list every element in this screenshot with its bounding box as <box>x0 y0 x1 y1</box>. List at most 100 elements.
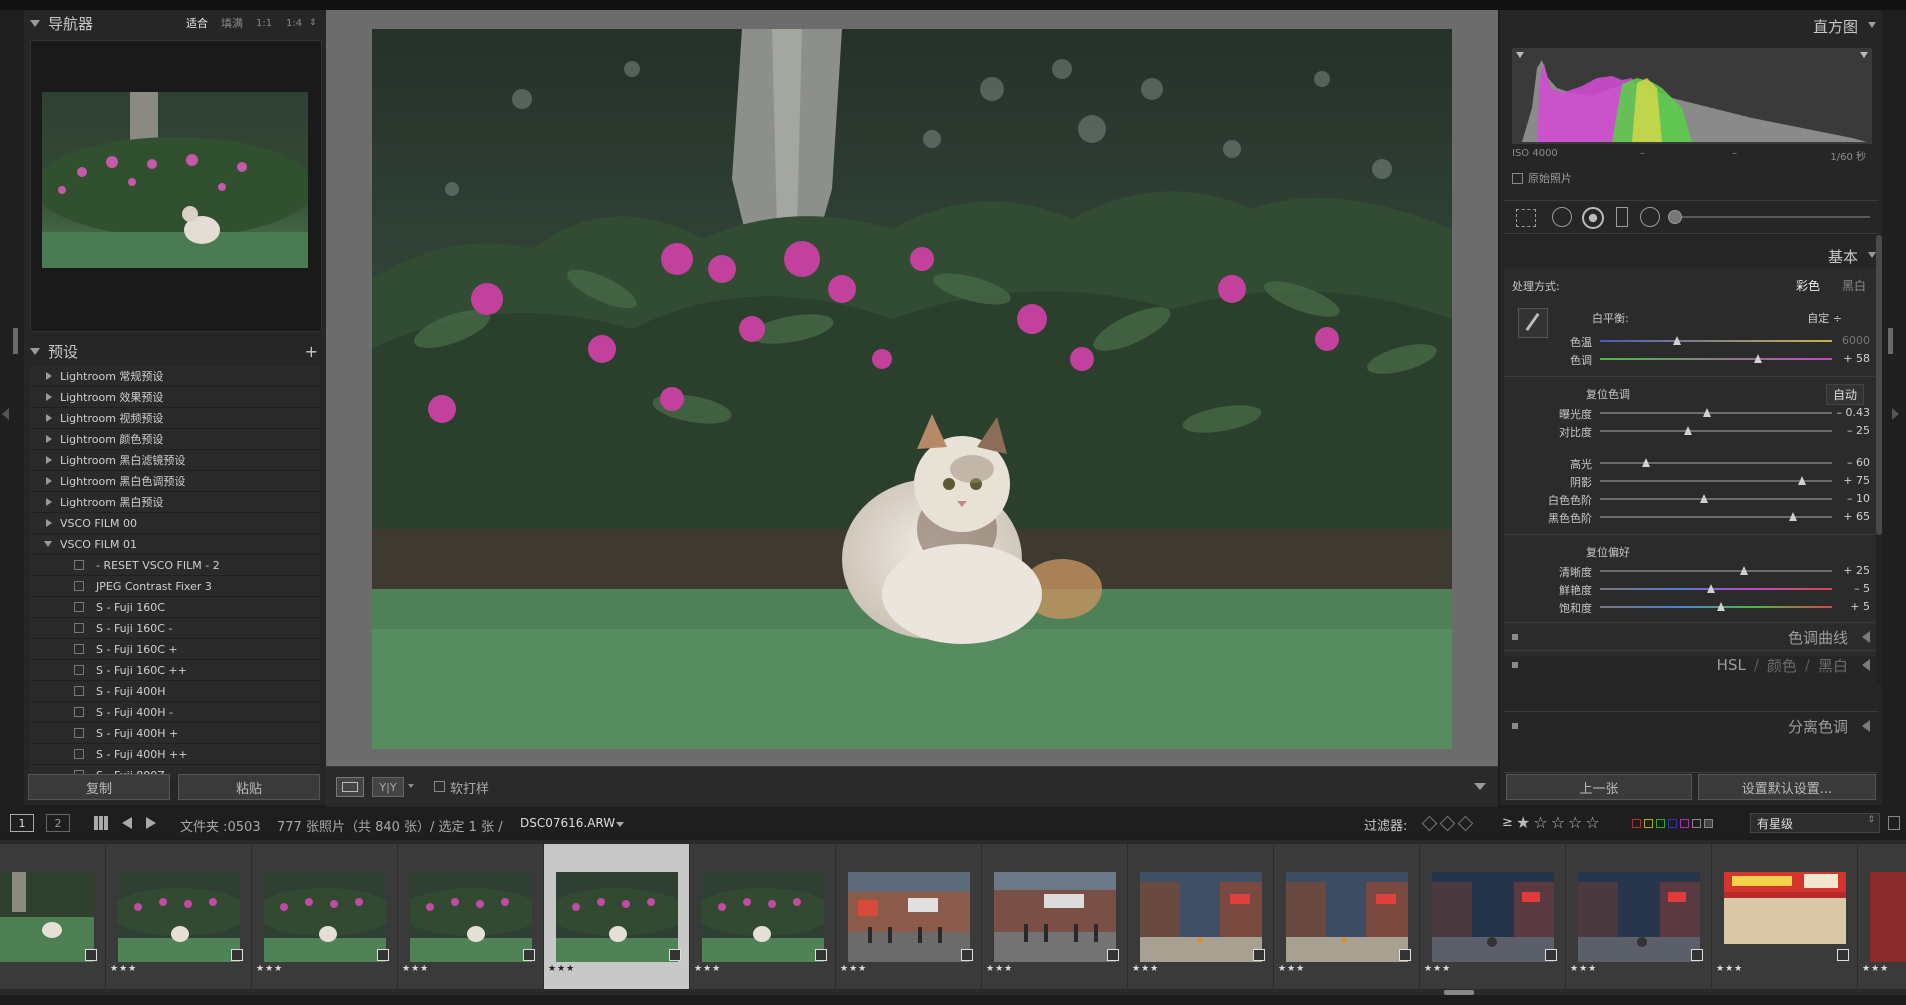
slider-thumb[interactable] <box>1716 602 1725 611</box>
blacks-slider[interactable]: 黑色色阶 + 65 <box>1504 508 1884 526</box>
radial-filter-icon[interactable] <box>1640 207 1660 227</box>
zoom-1-1[interactable]: 1:1 <box>256 18 272 29</box>
thumbnail-image[interactable] <box>994 872 1116 962</box>
zoom-1-4[interactable]: 1:4 <box>286 18 302 29</box>
presets-header[interactable]: 预设 + <box>24 340 326 362</box>
wb-select[interactable]: 自定 ÷ <box>1807 310 1842 326</box>
copy-button[interactable]: 复制 <box>28 774 170 800</box>
filter-lock-icon[interactable] <box>1888 816 1900 830</box>
panel-toggle-icon[interactable] <box>1512 634 1518 640</box>
slider-thumb[interactable] <box>1642 458 1651 467</box>
thumbnail-rating[interactable]: ★★★ <box>1570 964 1597 974</box>
basic-collapse-icon[interactable] <box>1868 252 1876 258</box>
preset-group[interactable]: Lightroom 黑白色调预设 <box>30 471 320 492</box>
hsl-tab[interactable]: HSL <box>1717 656 1746 674</box>
filmstrip-scrollbar[interactable] <box>1444 990 1474 995</box>
preset-group[interactable]: Lightroom 视频预设 <box>30 408 320 429</box>
split-toning-panel[interactable]: 分离色调 <box>1504 711 1878 740</box>
secondary-display-button[interactable]: 2 <box>46 814 70 832</box>
set-defaults-button[interactable]: 设置默认设置... <box>1698 774 1876 800</box>
thumbnail-image[interactable] <box>556 872 678 962</box>
preset-item[interactable]: S - Fuji 160C <box>30 597 320 618</box>
thumbnail-image[interactable] <box>702 872 824 962</box>
rating-filter-select[interactable]: 有星级 ⇕ <box>1750 813 1880 833</box>
color-label-green-icon[interactable] <box>1656 819 1665 828</box>
exposure-slider[interactable]: 曝光度 – 0.43 <box>1504 404 1884 422</box>
preset-item[interactable]: S - Fuji 160C + <box>30 639 320 660</box>
thumbnail-image[interactable] <box>410 872 532 962</box>
preset-group[interactable]: Lightroom 常规预设 <box>30 366 320 387</box>
flag-reject-icon[interactable] <box>1457 815 1474 832</box>
adjustment-brush-slider[interactable] <box>1668 210 1870 224</box>
vibrance-slider[interactable]: 鲜艳度 – 5 <box>1504 580 1884 598</box>
panel-toggle-icon[interactable] <box>1512 723 1518 729</box>
filmstrip-thumbnail[interactable]: ★★★ <box>1274 844 1420 989</box>
main-photo[interactable] <box>372 29 1452 749</box>
rating-filter-stars[interactable]: ★☆☆☆☆ <box>1516 813 1603 832</box>
filmstrip-thumbnail[interactable]: ★★★ <box>252 844 398 989</box>
preset-item[interactable]: - RESET VSCO FILM - 2 <box>30 555 320 576</box>
tint-slider[interactable]: 色调 + 58 <box>1504 350 1884 368</box>
panel-toggle-icon[interactable] <box>1512 662 1518 668</box>
thumbnail-rating[interactable]: ★★★ <box>840 964 867 974</box>
filmstrip-thumbnail[interactable] <box>0 844 106 989</box>
filename-label[interactable]: DSC07616.ARW <box>520 816 615 830</box>
folder-label[interactable]: 文件夹 :0503 <box>180 816 261 835</box>
filmstrip-thumbnail[interactable]: ★★★ <box>398 844 544 989</box>
highlights-slider[interactable]: 高光 – 60 <box>1504 454 1884 472</box>
thumbnail-image[interactable] <box>1432 872 1554 962</box>
color-label-purple-icon[interactable] <box>1680 819 1689 828</box>
crop-tool-icon[interactable] <box>1516 209 1536 227</box>
histogram-menu-icon[interactable] <box>1868 22 1876 28</box>
preset-group[interactable]: Lightroom 黑白预设 <box>30 492 320 513</box>
slider-thumb[interactable] <box>1739 566 1748 575</box>
thumbnail-rating[interactable]: ★★★ <box>402 964 429 974</box>
thumbnail-image[interactable] <box>0 872 94 962</box>
collapse-left-arrow-icon[interactable] <box>2 408 9 420</box>
slider-thumb[interactable] <box>1702 408 1711 417</box>
hsl-color-tab[interactable]: 颜色 <box>1767 655 1797 676</box>
temp-slider[interactable]: 色温 6000 <box>1504 332 1884 350</box>
histogram-title[interactable]: 直方图 <box>1813 16 1858 37</box>
back-arrow-icon[interactable] <box>122 817 132 829</box>
thumbnail-rating[interactable]: ★★★ <box>1424 964 1451 974</box>
thumbnail-image[interactable] <box>1140 872 1262 962</box>
thumbnail-rating[interactable]: ★★★ <box>110 964 137 974</box>
filmstrip-thumbnail[interactable]: ★★★ <box>106 844 252 989</box>
thumbnail-rating[interactable]: ★★★ <box>1132 964 1159 974</box>
left-panel-toggle[interactable] <box>13 328 18 354</box>
preset-item[interactable]: S - Fuji 160C - <box>30 618 320 639</box>
collapse-right-arrow-icon[interactable] <box>1892 408 1899 420</box>
filmstrip-thumbnail-selected[interactable]: ★★★ <box>544 844 690 989</box>
preset-group[interactable]: VSCO FILM 00 <box>30 513 320 534</box>
filename-dropdown-icon[interactable] <box>616 822 624 827</box>
rating-gte[interactable]: ≥ <box>1502 815 1513 830</box>
tone-curve-panel[interactable]: 色调曲线 <box>1504 622 1878 651</box>
treatment-color[interactable]: 彩色 <box>1796 277 1820 294</box>
saturation-slider[interactable]: 饱和度 + 5 <box>1504 598 1884 616</box>
thumbnail-image[interactable] <box>848 872 970 962</box>
toolbar-menu-icon[interactable] <box>1474 783 1486 790</box>
slider-thumb[interactable] <box>1684 426 1693 435</box>
preset-item[interactable]: S - Fuji 160C ++ <box>30 660 320 681</box>
left-panel-edge[interactable] <box>0 10 24 810</box>
grid-view-icon[interactable] <box>94 816 108 830</box>
thumbnail-rating[interactable]: ★★★ <box>1862 964 1889 974</box>
thumbnail-rating[interactable]: ★★★ <box>986 964 1013 974</box>
preset-item[interactable]: S - Fuji 400H + <box>30 723 320 744</box>
histogram-graph[interactable] <box>1512 48 1872 144</box>
thumbnail-rating[interactable]: ★★★ <box>694 964 721 974</box>
thumbnail-rating[interactable]: ★★★ <box>548 964 575 974</box>
preset-item[interactable]: JPEG Contrast Fixer 3 <box>30 576 320 597</box>
view-mode-loupe-button[interactable] <box>336 777 364 797</box>
thumbnail-rating[interactable]: ★★★ <box>1278 964 1305 974</box>
previous-button[interactable]: 上一张 <box>1506 774 1692 800</box>
before-after-dropdown-icon[interactable] <box>408 784 414 788</box>
whites-slider[interactable]: 白色色阶 – 10 <box>1504 490 1884 508</box>
filmstrip-thumbnail[interactable]: ★★★ <box>690 844 836 989</box>
thumbnail-image[interactable] <box>1870 872 1906 962</box>
filmstrip-thumbnail[interactable]: ★★★ <box>1566 844 1712 989</box>
color-label-none-icon[interactable] <box>1704 819 1713 828</box>
spot-removal-icon[interactable] <box>1552 207 1572 227</box>
color-label-blue-icon[interactable] <box>1668 819 1677 828</box>
